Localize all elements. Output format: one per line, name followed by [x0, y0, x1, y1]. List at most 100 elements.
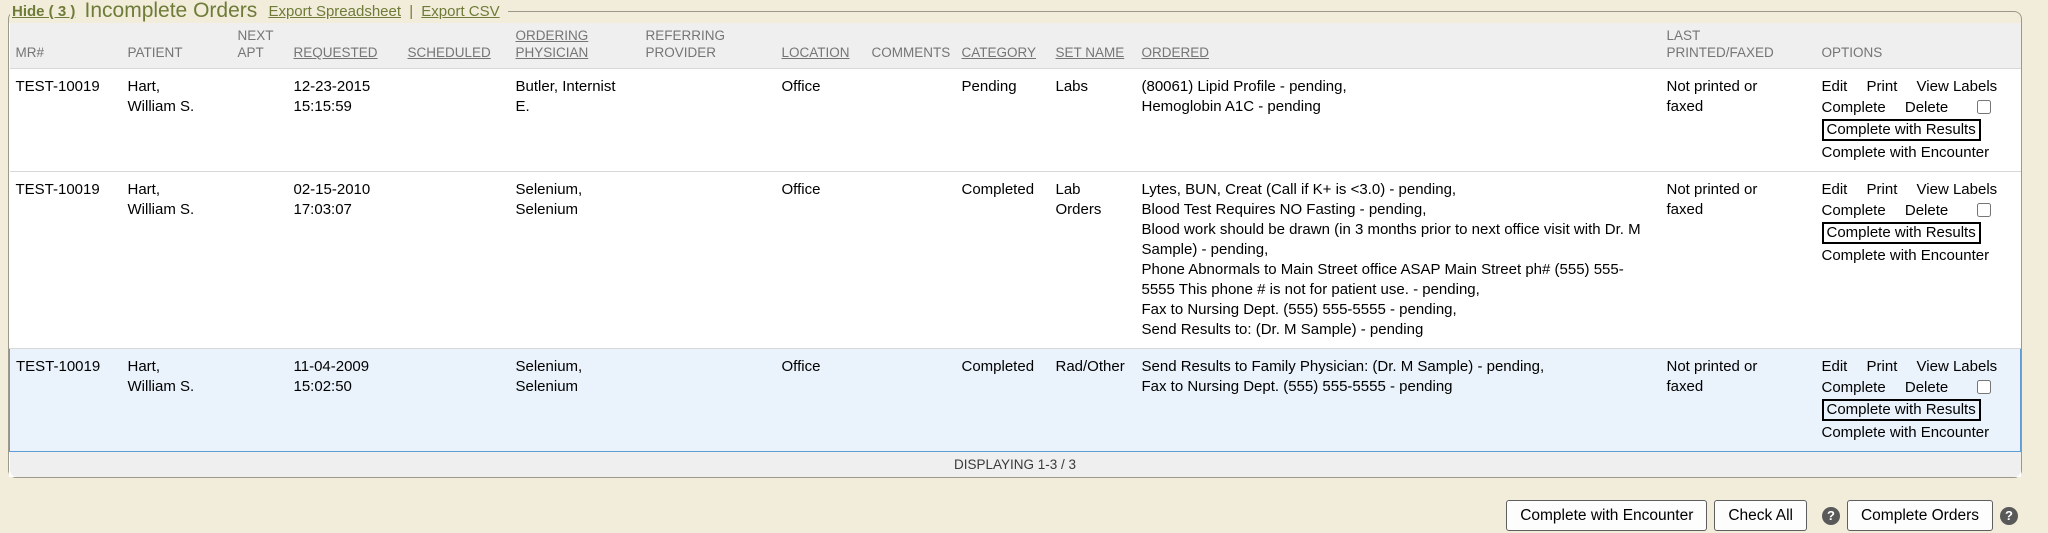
- complete-orders-button[interactable]: Complete Orders: [1847, 500, 1993, 531]
- cell-location: Office: [776, 349, 866, 452]
- sort-ordered[interactable]: ORDERED: [1142, 45, 1210, 60]
- delete-link[interactable]: Delete: [1905, 99, 1948, 116]
- orders-table: MR# PATIENT NEXT APT REQUESTED SCHEDULED…: [9, 23, 2021, 477]
- cell-mr: TEST-10019: [10, 172, 122, 349]
- cell-category: Completed: [956, 172, 1050, 349]
- col-header-comments: COMMENTS: [866, 23, 956, 69]
- cell-next-apt: [232, 172, 288, 349]
- col-header-patient: PATIENT: [122, 23, 232, 69]
- sort-scheduled[interactable]: SCHEDULED: [408, 45, 491, 60]
- cell-comments: [866, 349, 956, 452]
- hide-link[interactable]: Hide ( 3 ): [12, 3, 75, 20]
- cell-last-printed: Not printed or faxed: [1661, 69, 1816, 172]
- bottom-actions-bar: Complete with Encounter Check All ? Comp…: [0, 500, 2048, 531]
- cell-next-apt: [232, 349, 288, 452]
- print-link[interactable]: Print: [1867, 358, 1898, 375]
- edit-link[interactable]: Edit: [1822, 358, 1848, 375]
- sort-category[interactable]: CATEGORY: [962, 45, 1037, 60]
- cell-location: Office: [776, 69, 866, 172]
- order-checkbox[interactable]: [1977, 203, 1991, 217]
- help-icon[interactable]: ?: [2000, 507, 2018, 525]
- export-csv-link[interactable]: Export CSV: [421, 3, 499, 20]
- export-spreadsheet-link[interactable]: Export Spreadsheet: [268, 3, 401, 20]
- col-header-last-printed: LAST PRINTED/FAXED: [1661, 23, 1816, 69]
- view-labels-link[interactable]: View Labels: [1917, 358, 1998, 375]
- sort-set-name[interactable]: SET NAME: [1056, 45, 1125, 60]
- complete-with-encounter-link[interactable]: Complete with Encounter: [1822, 424, 1990, 441]
- panel-title: Incomplete Orders: [85, 0, 258, 22]
- col-header-scheduled: SCHEDULED: [402, 23, 510, 69]
- cell-set-name: Labs: [1050, 69, 1136, 172]
- complete-link[interactable]: Complete: [1822, 202, 1886, 219]
- order-checkbox[interactable]: [1977, 100, 1991, 114]
- view-labels-link[interactable]: View Labels: [1917, 181, 1998, 198]
- col-header-location: LOCATION: [776, 23, 866, 69]
- cell-set-name: Rad/Other: [1050, 349, 1136, 452]
- order-row-3-selected: TEST-10019 Hart, William S. 11-04-2009 1…: [10, 349, 2021, 452]
- edit-link[interactable]: Edit: [1822, 181, 1848, 198]
- cell-options: Edit Print View Labels Complete Delete C…: [1816, 349, 2021, 452]
- cell-set-name: Lab Orders: [1050, 172, 1136, 349]
- cell-requested: 11-04-2009 15:02:50: [288, 349, 402, 452]
- cell-patient: Hart, William S.: [122, 172, 232, 349]
- col-header-category: CATEGORY: [956, 23, 1050, 69]
- sort-location[interactable]: LOCATION: [782, 45, 850, 60]
- cell-mr: TEST-10019: [10, 69, 122, 172]
- complete-with-results-link[interactable]: Complete with Results: [1822, 119, 1981, 141]
- complete-with-results-link[interactable]: Complete with Results: [1822, 222, 1981, 244]
- order-row-2: TEST-10019 Hart, William S. 02-15-2010 1…: [10, 172, 2021, 349]
- incomplete-orders-panel: Hide ( 3 ) Incomplete Orders Export Spre…: [8, 0, 2022, 478]
- col-header-ordered: ORDERED: [1136, 23, 1661, 69]
- cell-ordering-physician: Selenium, Selenium: [510, 349, 640, 452]
- cell-category: Completed: [956, 349, 1050, 452]
- col-header-set-name: SET NAME: [1050, 23, 1136, 69]
- cell-ordering-physician: Butler, Internist E.: [510, 69, 640, 172]
- view-labels-link[interactable]: View Labels: [1917, 78, 1998, 95]
- cell-category: Pending: [956, 69, 1050, 172]
- complete-with-results-link[interactable]: Complete with Results: [1822, 399, 1981, 421]
- cell-comments: [866, 172, 956, 349]
- cell-next-apt: [232, 69, 288, 172]
- check-all-button[interactable]: Check All: [1714, 500, 1807, 531]
- order-row-1: TEST-10019 Hart, William S. 12-23-2015 1…: [10, 69, 2021, 172]
- cell-ordered: Send Results to Family Physician: (Dr. M…: [1136, 349, 1661, 452]
- cell-comments: [866, 69, 956, 172]
- col-header-mr: MR#: [10, 23, 122, 69]
- cell-patient: Hart, William S.: [122, 69, 232, 172]
- cell-referring-provider: [640, 349, 776, 452]
- sort-requested[interactable]: REQUESTED: [294, 45, 378, 60]
- cell-patient: Hart, William S.: [122, 349, 232, 452]
- col-header-next-apt: NEXT APT: [232, 23, 288, 69]
- cell-options: Edit Print View Labels Complete Delete C…: [1816, 172, 2021, 349]
- print-link[interactable]: Print: [1867, 181, 1898, 198]
- complete-with-encounter-link[interactable]: Complete with Encounter: [1822, 247, 1990, 264]
- print-link[interactable]: Print: [1867, 78, 1898, 95]
- help-icon[interactable]: ?: [1822, 507, 1840, 525]
- order-checkbox[interactable]: [1977, 380, 1991, 394]
- cell-ordered: (80061) Lipid Profile - pending, Hemoglo…: [1136, 69, 1661, 172]
- cell-mr: TEST-10019: [10, 349, 122, 452]
- cell-last-printed: Not printed or faxed: [1661, 172, 1816, 349]
- cell-referring-provider: [640, 69, 776, 172]
- cell-options: Edit Print View Labels Complete Delete C…: [1816, 69, 2021, 172]
- col-header-ordering-physician: ORDERING PHYSICIAN: [510, 23, 640, 69]
- complete-link[interactable]: Complete: [1822, 99, 1886, 116]
- pagination-row: DISPLAYING 1-3 / 3: [10, 452, 2021, 478]
- col-header-referring-provider: REFERRING PROVIDER: [640, 23, 776, 69]
- legend-separator: |: [409, 3, 413, 20]
- complete-link[interactable]: Complete: [1822, 379, 1886, 396]
- complete-with-encounter-link[interactable]: Complete with Encounter: [1822, 144, 1990, 161]
- delete-link[interactable]: Delete: [1905, 202, 1948, 219]
- col-header-options: OPTIONS: [1816, 23, 2021, 69]
- displaying-status: DISPLAYING 1-3 / 3: [10, 452, 2021, 478]
- col-header-requested: REQUESTED: [288, 23, 402, 69]
- cell-ordered: Lytes, BUN, Creat (Call if K+ is <3.0) -…: [1136, 172, 1661, 349]
- cell-scheduled: [402, 69, 510, 172]
- delete-link[interactable]: Delete: [1905, 379, 1948, 396]
- edit-link[interactable]: Edit: [1822, 78, 1848, 95]
- cell-requested: 12-23-2015 15:15:59: [288, 69, 402, 172]
- cell-requested: 02-15-2010 17:03:07: [288, 172, 402, 349]
- cell-scheduled: [402, 172, 510, 349]
- sort-ordering-physician[interactable]: ORDERING PHYSICIAN: [516, 28, 589, 60]
- complete-with-encounter-button[interactable]: Complete with Encounter: [1506, 500, 1707, 531]
